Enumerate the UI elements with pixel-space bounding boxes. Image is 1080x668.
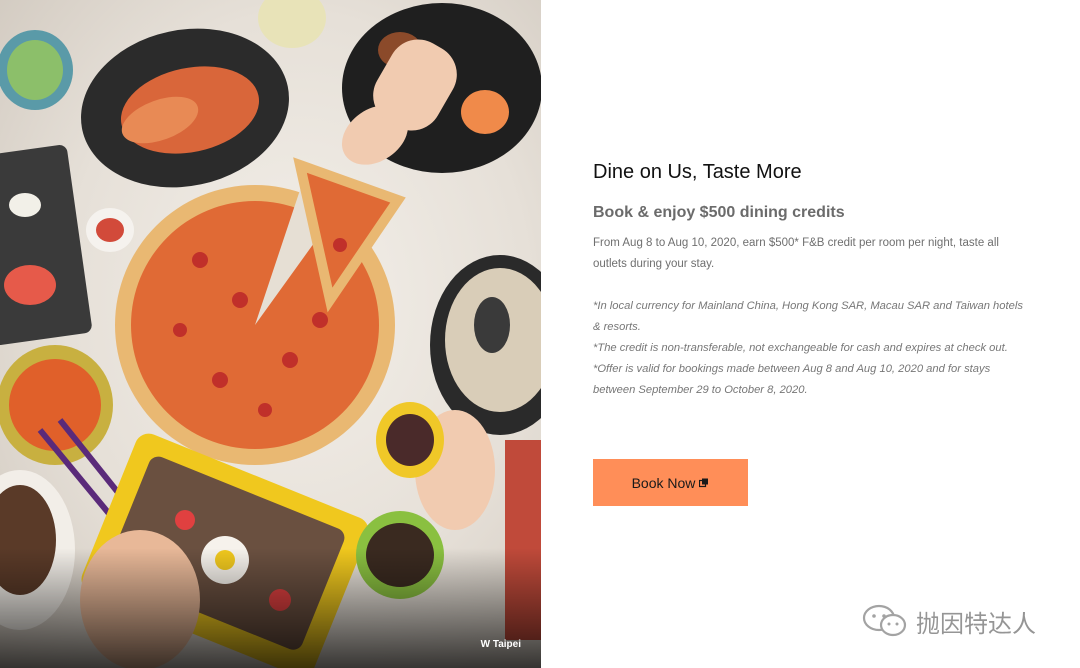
offer-headline: Dine on Us, Taste More [593, 161, 802, 183]
food-photo: W Taipei [0, 0, 541, 668]
photo-gradient-overlay [0, 548, 541, 668]
book-now-button[interactable]: Book Now [593, 459, 748, 506]
terms-note: *The credit is non-transferable, not exc… [593, 342, 1008, 354]
wechat-icon [862, 604, 907, 637]
offer-terms: *In local currency for Mainland China, H… [593, 296, 1033, 401]
offer-description: From Aug 8 to Aug 10, 2020, earn $500* F… [593, 237, 999, 270]
terms-note: *In local currency for Mainland China, H… [593, 300, 1023, 333]
watermark-text: 抛因特达人 [916, 610, 1036, 638]
wechat-watermark: 抛因特达人 [862, 603, 1036, 639]
external-link-icon [699, 478, 709, 487]
offer-content: Dine on Us, Taste More Book & enjoy $500… [593, 160, 1033, 401]
terms-note: *Offer is valid for bookings made betwee… [593, 363, 991, 396]
offer-subheadline: Book & enjoy $500 dining credits [593, 204, 845, 221]
photo-caption: W Taipei [480, 639, 521, 650]
book-now-label: Book Now [631, 474, 696, 491]
